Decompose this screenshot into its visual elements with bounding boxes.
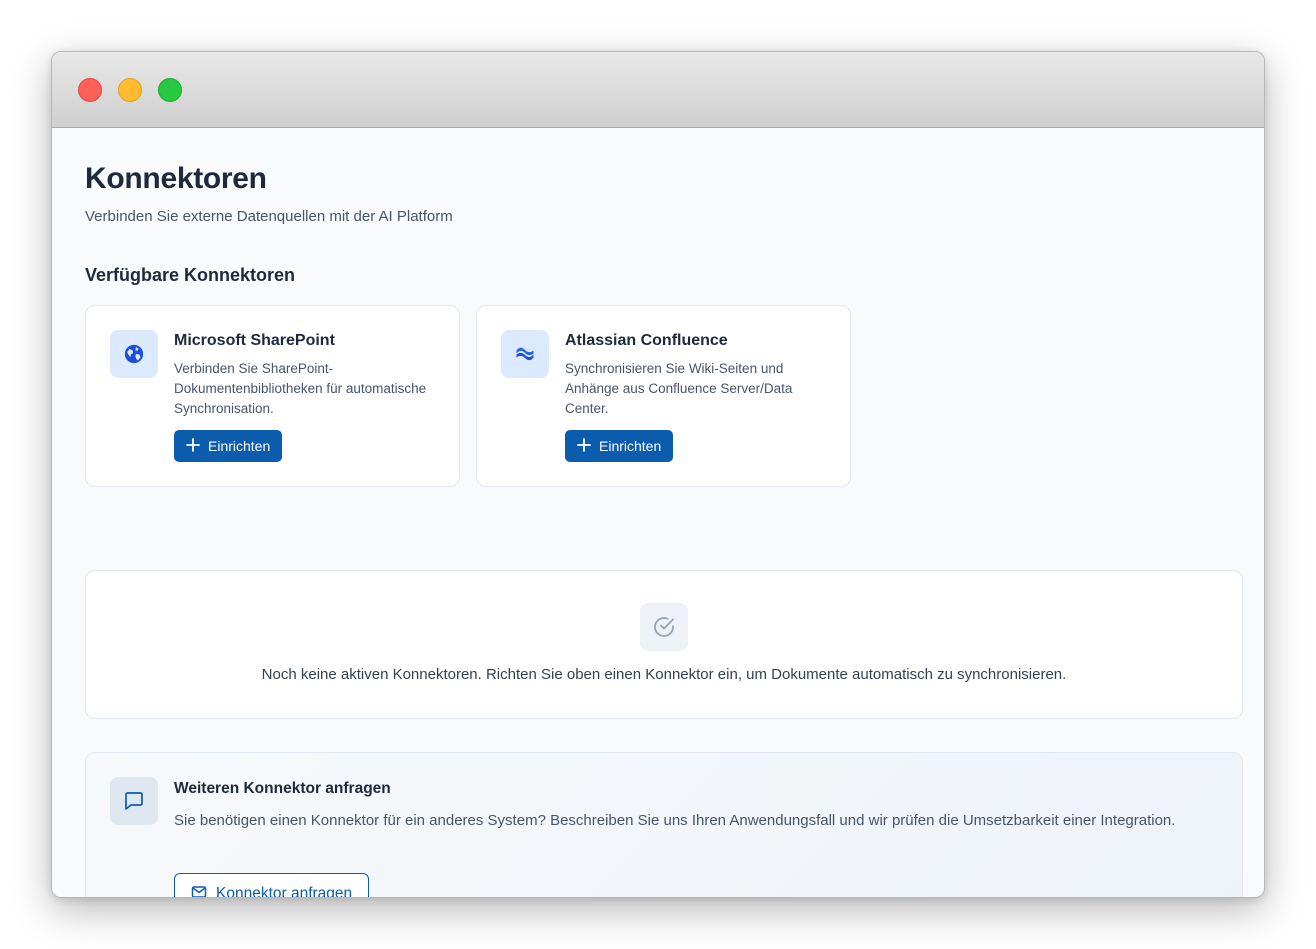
maximize-window-button[interactable]: [158, 78, 182, 102]
minimize-window-button[interactable]: [118, 78, 142, 102]
active-connectors-empty-state: Noch keine aktiven Konnektoren. Richten …: [85, 570, 1243, 719]
page-subtitle: Verbinden Sie externe Datenquellen mit d…: [85, 208, 453, 225]
setup-button-label: Einrichten: [208, 438, 271, 454]
connector-description: Verbinden Sie SharePoint-Dokumentenbibli…: [174, 361, 427, 416]
setup-button-label: Einrichten: [599, 438, 662, 454]
plus-icon: [186, 437, 200, 455]
globe-icon: [110, 330, 158, 378]
connector-card-confluence: Atlassian Confluence Synchronisieren Sie…: [476, 305, 851, 487]
close-window-button[interactable]: [78, 78, 102, 102]
connector-title: Microsoft SharePoint: [174, 332, 335, 349]
message-icon: [110, 777, 158, 825]
setup-sharepoint-button[interactable]: Einrichten: [174, 430, 283, 462]
available-connectors-heading: Verfügbare Konnektoren: [85, 265, 296, 285]
setup-confluence-button[interactable]: Einrichten: [565, 430, 674, 462]
request-connector-description: Sie benötigen einen Konnektor für ein an…: [174, 812, 1176, 829]
connector-card-sharepoint: Microsoft SharePoint Verbinden Sie Share…: [85, 305, 460, 487]
connector-description: Synchronisieren Sie Wiki-Seiten und Anhä…: [565, 361, 793, 416]
connector-title: Atlassian Confluence: [565, 332, 728, 349]
check-circle-icon: [640, 603, 688, 651]
window-titlebar: [52, 52, 1264, 128]
request-connector-panel: Weiteren Konnektor anfragen Sie benötige…: [85, 752, 1243, 898]
plus-icon: [577, 437, 591, 455]
request-button-label: Konnektor anfragen: [216, 885, 353, 898]
request-connector-title: Weiteren Konnektor anfragen: [174, 780, 391, 797]
request-connector-button[interactable]: Konnektor anfragen: [174, 873, 370, 898]
empty-state-text: Noch keine aktiven Konnektoren. Richten …: [261, 666, 1067, 683]
confluence-icon: [501, 330, 549, 378]
main-content: Konnektoren Verbinden Sie externe Datenq…: [85, 128, 1243, 898]
app-window: Konnektoren Verbinden Sie externe Datenq…: [51, 51, 1265, 898]
mail-icon: [191, 884, 207, 897]
page-title: Konnektoren: [85, 162, 267, 195]
